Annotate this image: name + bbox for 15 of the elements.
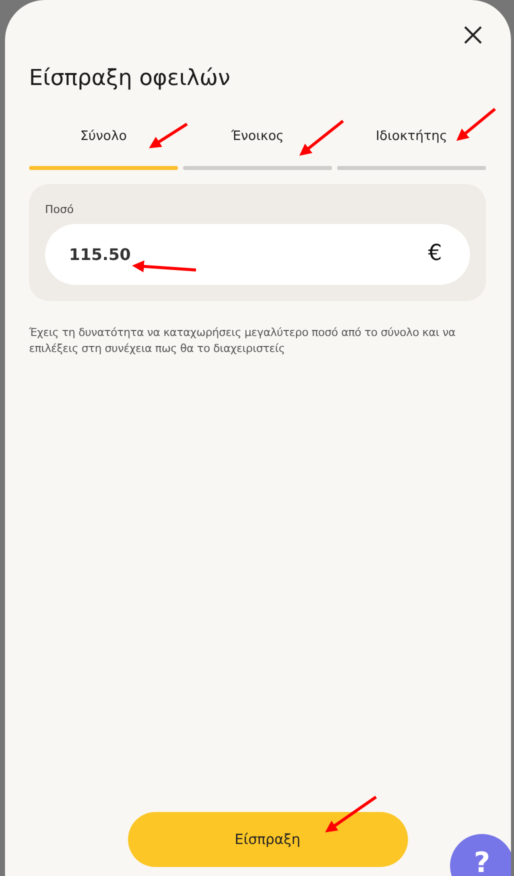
annotation-arrow [148,122,188,148]
annotation-arrow [325,796,377,832]
annotation-arrow [299,120,344,156]
tab[interactable]: Ιδιοκτήτης [337,127,486,170]
dialog-title: Είσπραξη οφειλών [29,66,232,91]
submit-button[interactable]: Είσπραξη [128,812,408,867]
tab[interactable]: Ένοικος [183,127,332,170]
help-button[interactable]: ? [450,834,511,876]
tab[interactable]: Σύνολο [29,127,178,170]
annotation-arrow [456,108,496,141]
amount-label: Ποσό [45,203,74,216]
close-icon[interactable] [464,26,482,44]
hint-text: Έχεις τη δυνατότητα να καταχωρήσεις μεγαλύτερο ποσό από το σύνολο και να επιλέξεις στη συνέχεια πως θα το διαχειριστείς [29,325,456,357]
annotation-arrow [132,260,196,272]
currency-symbol: € [428,240,442,268]
